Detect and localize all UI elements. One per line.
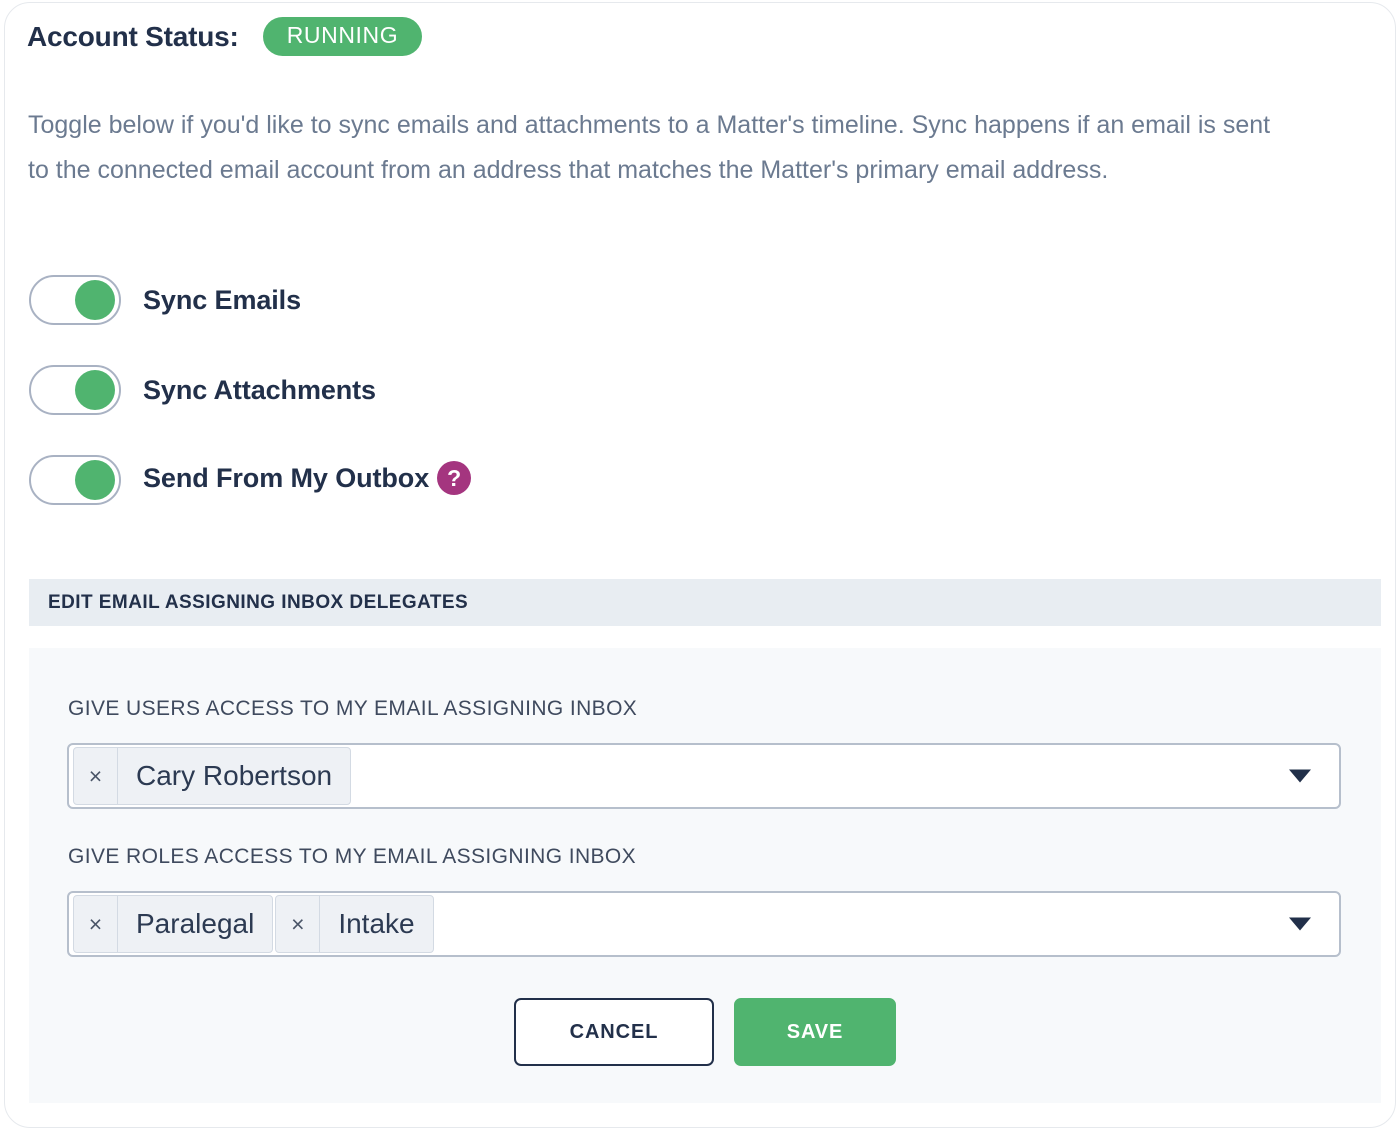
account-status-row: Account Status: RUNNING (27, 17, 423, 56)
section-header-bar: EDIT EMAIL ASSIGNING INBOX DELEGATES (29, 579, 1381, 626)
toggle-knob-icon (75, 370, 115, 410)
chip-remove-icon[interactable]: × (74, 896, 118, 952)
toggle-knob-icon (75, 280, 115, 320)
cancel-button[interactable]: CANCEL (514, 998, 714, 1066)
sync-attachments-label: Sync Attachments (143, 374, 376, 405)
page-title: Account Status: (27, 20, 239, 52)
chip-intake[interactable]: × Intake (275, 895, 434, 953)
save-button[interactable]: SAVE (734, 998, 896, 1066)
toggle-row-sync-attachments[interactable]: Sync Attachments (29, 365, 376, 415)
chip-remove-icon[interactable]: × (74, 748, 118, 804)
section-header-title: EDIT EMAIL ASSIGNING INBOX DELEGATES (48, 591, 469, 613)
send-from-outbox-toggle[interactable] (29, 455, 121, 505)
help-question-icon[interactable]: ? (437, 461, 472, 495)
chip-label: Intake (338, 908, 415, 939)
users-field-label: GIVE USERS ACCESS TO MY EMAIL ASSIGNING … (68, 697, 638, 720)
description-text: Toggle below if you'd like to sync email… (28, 111, 1271, 184)
toggle-row-send-from-outbox[interactable]: Send From My Outbox? (29, 455, 472, 505)
toggle-row-sync-emails[interactable]: Sync Emails (29, 275, 301, 325)
users-multiselect[interactable]: × Cary Robertson (67, 743, 1341, 809)
account-settings-card: Account Status: RUNNING Toggle below if … (4, 2, 1396, 1128)
send-from-outbox-label: Send From My Outbox? (143, 461, 472, 497)
delegates-form-panel: GIVE USERS ACCESS TO MY EMAIL ASSIGNING … (29, 648, 1381, 1103)
chip-paralegal[interactable]: × Paralegal (73, 895, 274, 953)
sync-emails-label: Sync Emails (143, 284, 301, 315)
sync-attachments-toggle[interactable] (29, 365, 121, 415)
chip-label: Cary Robertson (136, 760, 333, 791)
roles-field-label: GIVE ROLES ACCESS TO MY EMAIL ASSIGNING … (68, 845, 637, 868)
chip-remove-icon[interactable]: × (276, 896, 321, 952)
roles-multiselect[interactable]: × Paralegal × Intake (67, 891, 1341, 957)
chip-cary-robertson[interactable]: × Cary Robertson (73, 747, 352, 805)
toggle-knob-icon (75, 460, 115, 500)
send-from-outbox-text: Send From My Outbox (143, 463, 430, 494)
chip-label: Paralegal (136, 908, 255, 939)
form-actions: CANCEL SAVE (29, 998, 1381, 1066)
chevron-down-icon[interactable] (1289, 769, 1311, 783)
chevron-down-icon[interactable] (1289, 917, 1311, 931)
status-badge: RUNNING (262, 17, 423, 56)
sync-emails-toggle[interactable] (29, 275, 121, 325)
